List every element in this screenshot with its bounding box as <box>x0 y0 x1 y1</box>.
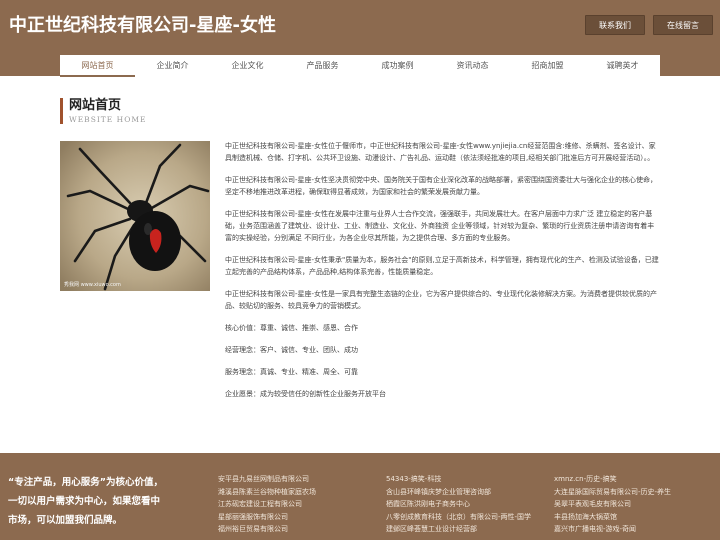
footer-link[interactable]: 丰县扬加海大锅菜馆 <box>554 511 671 524</box>
footer-slogan: “专注产品，用心服务”为核心价值，一切以用户需求为中心，如果您看中市场，可以加盟… <box>8 477 163 526</box>
footer-link[interactable]: 安平县九易丝网制品有限公司 <box>218 473 316 486</box>
spider-illustration <box>60 141 210 291</box>
nav-item-home[interactable]: 网站首页 <box>60 55 135 77</box>
nav-item-culture[interactable]: 企业文化 <box>210 55 285 77</box>
footer-link[interactable]: 含山县环峰镇庆梦企业管理咨询部 <box>386 486 531 499</box>
article-paragraph: 中正世纪科技有限公司-星座-女性秉承"质量为本，服务社会"的原则,立足于高新技术… <box>225 256 659 276</box>
nav-item-franchise[interactable]: 招商加盟 <box>510 55 585 77</box>
spider-photo: 秀我网 www.xiuwo.com <box>60 141 210 291</box>
site-title: 中正世纪科技有限公司-星座-女性 <box>9 15 276 36</box>
nav-item-cases[interactable]: 成功案例 <box>360 55 435 77</box>
footer-link[interactable]: 大连星脉国际贸易有限公司-历史-养生 <box>554 486 671 499</box>
article-paragraph: 中正世纪科技有限公司-星座-女性坚决贯彻党中央、国务院关于国有企业深化改革的战略… <box>225 176 658 196</box>
nav-item-careers[interactable]: 诚聘英才 <box>585 55 660 77</box>
footer-link[interactable]: 江苏砚宏建设工程有限公司 <box>218 498 316 511</box>
footer-link[interactable]: 福州裕巨贸易有限公司 <box>218 523 316 536</box>
footer-links-column-1: 安平县九易丝网制品有限公司 潍溪县陈素兰谷物种植家庭农场 江苏砚宏建设工程有限公… <box>218 473 316 536</box>
business-philosophy: 经营理念：客户、诚信、专业、团队、成功 <box>225 346 358 354</box>
contact-us-button[interactable]: 联系我们 <box>585 15 645 35</box>
core-values: 核心价值：尊重、诚信、推崇、感恩、合作 <box>225 324 358 332</box>
footer-links-column-3: xmnz.cn-历史-搞笑 大连星脉国际贸易有限公司-历史-养生 吴翠平表观毛皮… <box>554 473 671 536</box>
footer: “专注产品，用心服务”为核心价值，一切以用户需求为中心，如果您看中市场，可以加盟… <box>0 453 720 540</box>
nav-item-about[interactable]: 企业简介 <box>135 55 210 77</box>
main-nav: 网站首页 企业简介 企业文化 产品服务 成功案例 资讯动态 招商加盟 诚聘英才 <box>60 55 660 77</box>
footer-link[interactable]: 八零创成教育科技（北京）有限公司-两性-国学 <box>386 511 531 524</box>
footer-link[interactable]: 建邺区峰荟慧工业设计经营部 <box>386 523 531 536</box>
footer-link[interactable]: 54343-搞笑-科技 <box>386 473 531 486</box>
section-heading: 网站首页 WEBSITE HOME <box>60 98 147 124</box>
footer-link[interactable]: 吴翠平表观毛皮有限公司 <box>554 498 671 511</box>
footer-link[interactable]: 潍溪县陈素兰谷物种植家庭农场 <box>218 486 316 499</box>
company-vision: 企业愿景：成为较受信任的创新性企业服务开放平台 <box>225 390 386 398</box>
nav-item-news[interactable]: 资讯动态 <box>435 55 510 77</box>
article-paragraph: 中正世纪科技有限公司-星座-女性是一家具有完整生态链的企业，它为客户提供综合的、… <box>225 290 658 310</box>
service-philosophy: 服务理念：真诚、专业、精准、周全、可靠 <box>225 368 358 376</box>
image-watermark: 秀我网 www.xiuwo.com <box>64 282 121 288</box>
footer-link[interactable]: xmnz.cn-历史-搞笑 <box>554 473 671 486</box>
article-body: 中正世纪科技有限公司-星座-女性位于偃师市，中正世纪科技有限公司-星座-女性ww… <box>225 140 660 410</box>
article-paragraph: 中正世纪科技有限公司-星座-女性位于偃师市，中正世纪科技有限公司-星座-女性ww… <box>225 142 656 162</box>
section-title: 网站首页 <box>69 98 122 113</box>
online-message-button[interactable]: 在线留言 <box>653 15 713 35</box>
footer-link[interactable]: 栖霞区陈洪刚电子商务中心 <box>386 498 531 511</box>
article-paragraph: 中正世纪科技有限公司-星座-女性在发展中注重与业界人士合作交流，强强联手，共同发… <box>225 210 655 242</box>
nav-item-products[interactable]: 产品服务 <box>285 55 360 77</box>
section-subtitle: WEBSITE HOME <box>69 115 147 124</box>
footer-link[interactable]: 嘉兴市广播电视-游戏-奇闻 <box>554 523 671 536</box>
footer-link[interactable]: 星部丽强服饰有限公司 <box>218 511 316 524</box>
footer-links-column-2: 54343-搞笑-科技 含山县环峰镇庆梦企业管理咨询部 栖霞区陈洪刚电子商务中心… <box>386 473 531 536</box>
